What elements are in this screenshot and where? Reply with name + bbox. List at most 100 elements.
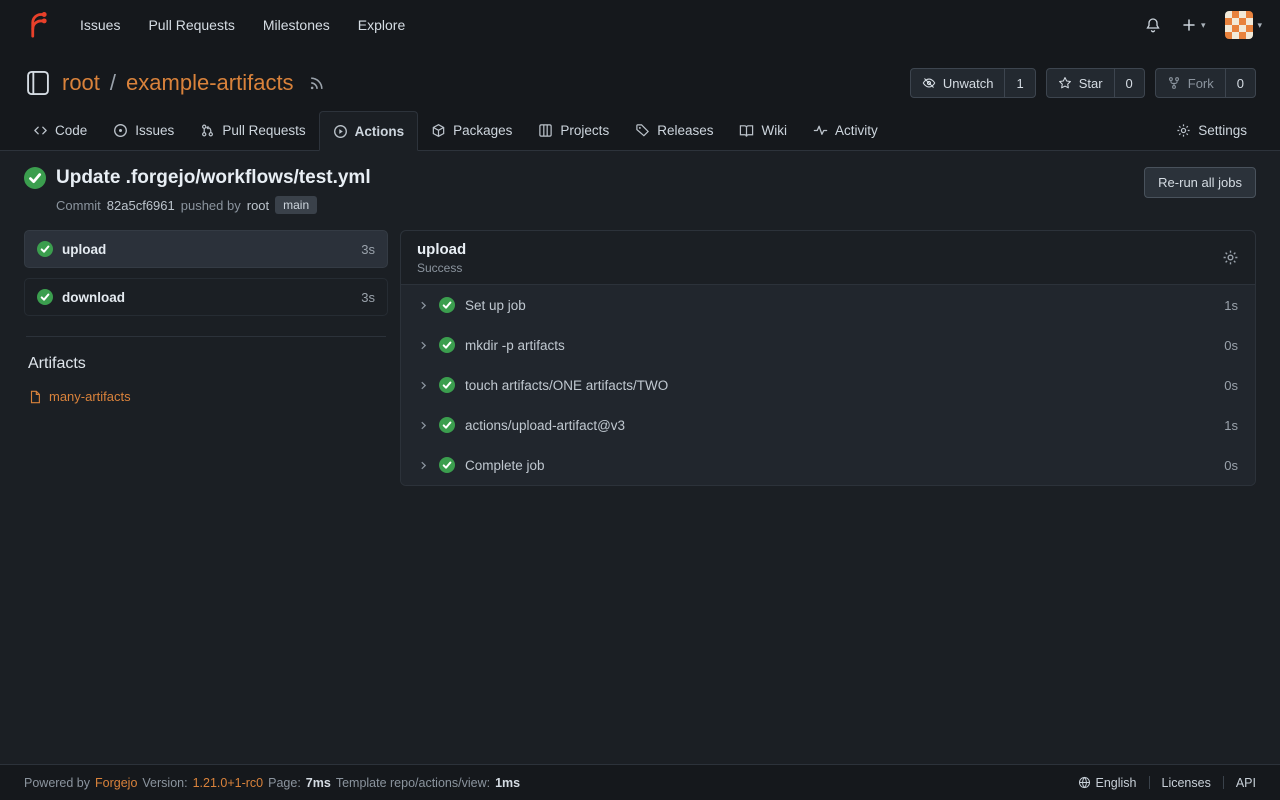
chevron-right-icon <box>418 340 429 351</box>
footer-divider <box>1223 776 1224 789</box>
star-icon <box>1058 76 1072 90</box>
tab-pull-requests[interactable]: Pull Requests <box>187 110 318 150</box>
repository-icon <box>24 69 52 97</box>
nav-item-explore[interactable]: Explore <box>344 0 419 50</box>
artifact-link-many-artifacts[interactable]: many-artifacts <box>28 389 388 404</box>
language-selector[interactable]: English <box>1078 776 1137 790</box>
run-title: Update .forgejo/workflows/test.yml <box>56 167 371 189</box>
eye-off-icon <box>922 76 936 90</box>
tab-actions[interactable]: Actions <box>319 111 419 151</box>
success-check-icon <box>37 241 53 257</box>
tab-code[interactable]: Code <box>20 110 100 150</box>
api-link[interactable]: API <box>1236 776 1256 790</box>
step-row-complete-job[interactable]: Complete job 0s <box>401 445 1255 485</box>
step-row-mkdir[interactable]: mkdir -p artifacts 0s <box>401 325 1255 365</box>
watch-count[interactable]: 1 <box>1004 69 1034 97</box>
sidebar-divider <box>26 336 386 337</box>
file-icon <box>28 390 42 404</box>
tab-wiki[interactable]: Wiki <box>726 110 800 150</box>
footer-divider <box>1149 776 1150 789</box>
step-duration: 1s <box>1224 298 1238 313</box>
job-detail-title-block: upload Success <box>417 241 466 275</box>
gear-icon <box>1176 123 1191 138</box>
job-detail-name: upload <box>417 241 466 258</box>
run-success-icon <box>24 167 46 189</box>
success-check-icon <box>37 289 53 305</box>
version-link[interactable]: 1.21.0+1-rc0 <box>193 776 264 790</box>
step-row-touch-artifacts[interactable]: touch artifacts/ONE artifacts/TWO 0s <box>401 365 1255 405</box>
code-icon <box>33 123 48 138</box>
unwatch-button[interactable]: Unwatch 1 <box>910 68 1036 98</box>
user-menu-button[interactable]: ▾ <box>1225 11 1262 39</box>
job-duration: 3s <box>361 242 375 257</box>
fork-icon <box>1167 76 1181 90</box>
project-board-icon <box>538 123 553 138</box>
create-new-button[interactable]: ▾ <box>1181 17 1206 33</box>
run-title-block: Update .forgejo/workflows/test.yml Commi… <box>24 167 371 214</box>
nav-item-pull-requests[interactable]: Pull Requests <box>134 0 248 50</box>
nav-item-issues[interactable]: Issues <box>66 0 134 50</box>
fork-count[interactable]: 0 <box>1225 69 1255 97</box>
fork-button[interactable]: Fork 0 <box>1155 68 1256 98</box>
rerun-all-jobs-button[interactable]: Re-run all jobs <box>1144 167 1256 198</box>
repo-header: root / example-artifacts Unwatch <box>0 50 1280 110</box>
nav-item-milestones[interactable]: Milestones <box>249 0 344 50</box>
globe-icon <box>1078 776 1091 789</box>
tab-projects[interactable]: Projects <box>525 110 622 150</box>
tab-releases[interactable]: Releases <box>622 110 726 150</box>
job-status-badge: Success <box>417 261 466 275</box>
chevron-down-icon: ▾ <box>1201 21 1206 30</box>
pusher-link[interactable]: root <box>247 198 269 213</box>
step-row-upload-artifact[interactable]: actions/upload-artifact@v3 1s <box>401 405 1255 445</box>
package-icon <box>431 123 446 138</box>
run-commit-line: Commit 82a5cf6961 pushed by root main <box>56 196 371 214</box>
top-navbar: Issues Pull Requests Milestones Explore … <box>0 0 1280 50</box>
branch-badge[interactable]: main <box>275 196 317 214</box>
jobs-sidebar: upload 3s download 3s Artifacts many-art… <box>24 230 388 404</box>
issue-circle-dot-icon <box>113 123 128 138</box>
plus-icon <box>1181 17 1197 33</box>
repo-action-buttons: Unwatch 1 Star 0 <box>910 68 1256 98</box>
success-check-icon <box>439 457 455 473</box>
page-time-value: 7ms <box>306 776 331 790</box>
tab-settings[interactable]: Settings <box>1163 110 1260 150</box>
forgejo-logo[interactable] <box>24 11 52 39</box>
success-check-icon <box>439 297 455 313</box>
powered-by-label: Powered by <box>24 776 90 790</box>
tab-issues[interactable]: Issues <box>100 110 187 150</box>
rss-icon[interactable] <box>308 75 325 92</box>
chevron-right-icon <box>418 460 429 471</box>
template-time-value: 1ms <box>495 776 520 790</box>
star-count[interactable]: 0 <box>1114 69 1144 97</box>
chevron-right-icon <box>418 420 429 431</box>
job-item-upload[interactable]: upload 3s <box>24 230 388 268</box>
repo-separator: / <box>110 70 116 96</box>
play-circle-icon <box>333 124 348 139</box>
licenses-link[interactable]: Licenses <box>1162 776 1211 790</box>
tab-activity[interactable]: Activity <box>800 110 891 150</box>
job-duration: 3s <box>361 290 375 305</box>
actions-run-view: Update .forgejo/workflows/test.yml Commi… <box>0 151 1280 764</box>
page-footer: Powered by Forgejo Version: 1.21.0+1-rc0… <box>0 764 1280 800</box>
bell-icon <box>1145 17 1161 33</box>
commit-sha-link[interactable]: 82a5cf6961 <box>107 198 175 213</box>
repo-name-link[interactable]: example-artifacts <box>126 70 294 96</box>
tab-packages[interactable]: Packages <box>418 110 525 150</box>
version-label: Version: <box>142 776 187 790</box>
step-row-set-up-job[interactable]: Set up job 1s <box>401 285 1255 325</box>
job-item-download[interactable]: download 3s <box>24 278 388 316</box>
job-options-gear-icon[interactable] <box>1222 249 1239 266</box>
chevron-right-icon <box>418 300 429 311</box>
notifications-bell-button[interactable] <box>1145 17 1161 33</box>
avatar <box>1225 11 1253 39</box>
template-time-label: Template repo/actions/view: <box>336 776 490 790</box>
pulse-icon <box>813 123 828 138</box>
step-duration: 1s <box>1224 418 1238 433</box>
repo-owner-link[interactable]: root <box>62 70 100 96</box>
success-check-icon <box>439 337 455 353</box>
job-steps-list: Set up job 1s mkdir -p artifacts 0s <box>401 285 1255 485</box>
book-icon <box>739 123 754 138</box>
forgejo-link[interactable]: Forgejo <box>95 776 137 790</box>
star-button[interactable]: Star 0 <box>1046 68 1145 98</box>
pull-request-icon <box>200 123 215 138</box>
